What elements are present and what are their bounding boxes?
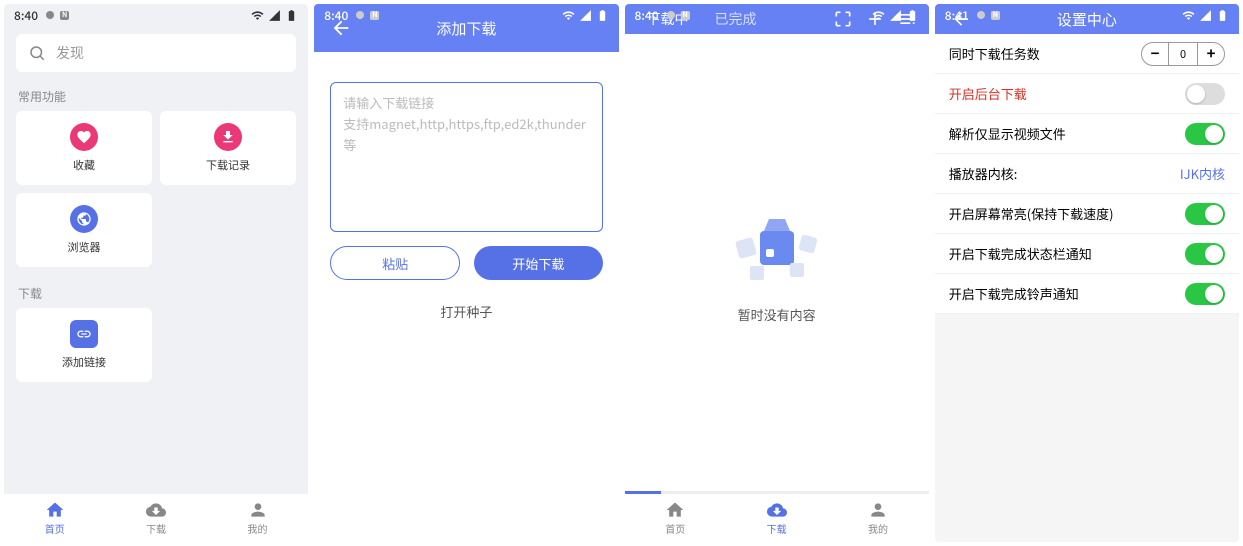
clock: 8:40 bbox=[324, 7, 348, 24]
tile-label: 浏览器 bbox=[68, 239, 101, 255]
placeholder-line: 请输入下载链接 bbox=[343, 93, 589, 114]
nav-download[interactable]: 下载 bbox=[726, 494, 827, 542]
setting-label: 同时下载任务数 bbox=[949, 44, 1141, 63]
paste-button[interactable]: 粘贴 bbox=[330, 246, 460, 280]
tile-label: 下载记录 bbox=[206, 157, 250, 173]
section-title-common: 常用功能 bbox=[4, 80, 308, 111]
setting-keep-screen-on: 开启屏幕常亮(保持下载速度) bbox=[935, 194, 1239, 234]
setting-concurrent-downloads: 同时下载任务数 − 0 + bbox=[935, 34, 1239, 74]
battery-icon bbox=[596, 9, 609, 22]
cloud-download-icon bbox=[146, 500, 166, 520]
toggle-keep-screen[interactable] bbox=[1185, 203, 1225, 225]
nav-mine[interactable]: 我的 bbox=[207, 494, 308, 542]
battery-icon bbox=[906, 9, 919, 22]
setting-label: 开启后台下载 bbox=[949, 84, 1185, 103]
setting-label: 解析仅显示视频文件 bbox=[949, 124, 1185, 143]
setting-player-core[interactable]: 播放器内核: IJK内核 bbox=[935, 154, 1239, 194]
stepper-minus[interactable]: − bbox=[1141, 42, 1169, 66]
toggle-notify-sound[interactable] bbox=[1185, 283, 1225, 305]
setting-background-download: 开启后台下载 bbox=[935, 74, 1239, 114]
empty-illustration bbox=[722, 201, 832, 291]
signal-icon bbox=[579, 9, 592, 22]
stepper-value: 0 bbox=[1169, 42, 1197, 66]
clock: 8:41 bbox=[945, 7, 969, 24]
bottom-nav: 首页 下载 我的 bbox=[4, 494, 308, 542]
nav-home[interactable]: 首页 bbox=[625, 494, 726, 542]
download-link-input[interactable]: 请输入下载链接 支持magnet,http,https,ftp,ed2k,thu… bbox=[330, 82, 602, 232]
search-placeholder: 发现 bbox=[56, 43, 84, 63]
setting-notify-statusbar: 开启下载完成状态栏通知 bbox=[935, 234, 1239, 274]
search-icon bbox=[28, 44, 46, 62]
toggle-notify-status[interactable] bbox=[1185, 243, 1225, 265]
bottom-nav: 首页 下载 我的 bbox=[625, 494, 929, 542]
toggle-background[interactable] bbox=[1185, 83, 1225, 105]
link-icon bbox=[70, 320, 98, 348]
player-core-value: IJK内核 bbox=[1180, 164, 1225, 183]
setting-label: 开启下载完成状态栏通知 bbox=[949, 244, 1185, 263]
setting-label: 开启下载完成铃声通知 bbox=[949, 284, 1185, 303]
status-bar: 8:41 N bbox=[935, 4, 1239, 26]
tile-browser[interactable]: 浏览器 bbox=[16, 193, 152, 267]
signal-icon bbox=[889, 9, 902, 22]
status-bar: 8:40 N bbox=[314, 4, 618, 26]
battery-icon bbox=[1216, 9, 1229, 22]
tile-label: 收藏 bbox=[73, 157, 95, 173]
download-icon bbox=[214, 123, 242, 151]
nav-home[interactable]: 首页 bbox=[4, 494, 105, 542]
download-tiles: 添加链接 bbox=[4, 308, 308, 382]
setting-notify-sound: 开启下载完成铃声通知 bbox=[935, 274, 1239, 314]
clock: 8:40 bbox=[14, 7, 38, 24]
home-icon bbox=[45, 500, 65, 520]
tile-download-history[interactable]: 下载记录 bbox=[160, 111, 296, 185]
nav-download[interactable]: 下载 bbox=[105, 494, 206, 542]
setting-label: 播放器内核: bbox=[949, 164, 1180, 183]
screen-settings: 8:41 N 设置中心 同时下载任务数 − 0 + 开启后台下载 解析仅显示视频… bbox=[935, 4, 1239, 542]
setting-label: 开启屏幕常亮(保持下载速度) bbox=[949, 204, 1185, 223]
tile-add-link[interactable]: 添加链接 bbox=[16, 308, 152, 382]
empty-text: 暂时没有内容 bbox=[738, 305, 816, 324]
wifi-icon bbox=[562, 9, 575, 22]
cloud-download-icon bbox=[767, 500, 787, 520]
open-torrent-link[interactable]: 打开种子 bbox=[314, 302, 618, 321]
battery-icon bbox=[285, 9, 298, 22]
signal-icon bbox=[268, 9, 281, 22]
status-bar: 8:40 N bbox=[625, 4, 929, 26]
wifi-icon bbox=[1182, 9, 1195, 22]
setting-parse-video-only: 解析仅显示视频文件 bbox=[935, 114, 1239, 154]
concurrent-stepper: − 0 + bbox=[1141, 42, 1225, 66]
clock: 8:40 bbox=[635, 7, 659, 24]
start-download-button[interactable]: 开始下载 bbox=[474, 246, 602, 280]
person-icon bbox=[248, 500, 268, 520]
empty-state: 暂时没有内容 bbox=[625, 34, 929, 491]
tile-favorites[interactable]: 收藏 bbox=[16, 111, 152, 185]
screen-downloads: 8:40 N 下载中 已完成 暂时没有内容 bbox=[625, 4, 929, 542]
common-tiles: 收藏 下载记录 浏览器 bbox=[4, 111, 308, 267]
placeholder-line: 支持magnet,http,https,ftp,ed2k,thunder等 bbox=[343, 114, 589, 156]
nav-mine[interactable]: 我的 bbox=[827, 494, 928, 542]
toggle-parse-video[interactable] bbox=[1185, 123, 1225, 145]
wifi-icon bbox=[251, 9, 264, 22]
home-icon bbox=[665, 500, 685, 520]
search-input[interactable]: 发现 bbox=[16, 34, 296, 72]
button-row: 粘贴 开始下载 bbox=[314, 246, 618, 280]
globe-icon bbox=[70, 205, 98, 233]
screen-add-download: 8:40 N 添加下载 请输入下载链接 支持magnet,http,https,… bbox=[314, 4, 618, 542]
person-icon bbox=[868, 500, 888, 520]
screen-home: 8:40 N 发现 常用功能 收藏 下载记录 浏览 bbox=[4, 4, 308, 542]
stepper-plus[interactable]: + bbox=[1197, 42, 1225, 66]
status-bar: 8:40 N bbox=[4, 4, 308, 26]
tile-label: 添加链接 bbox=[62, 354, 106, 370]
section-title-download: 下载 bbox=[4, 277, 308, 308]
heart-icon bbox=[70, 123, 98, 151]
signal-icon bbox=[1199, 9, 1212, 22]
wifi-icon bbox=[872, 9, 885, 22]
